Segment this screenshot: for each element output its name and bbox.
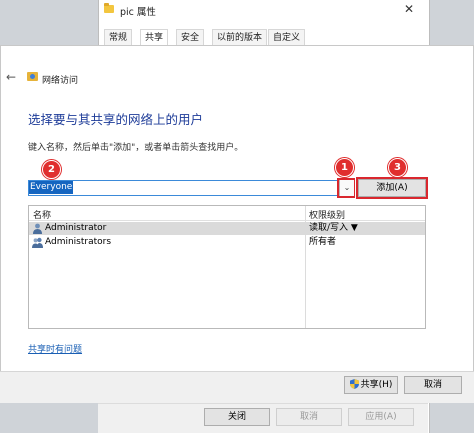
permission-level-dropdown[interactable]: 读取/写入 ▼ xyxy=(309,222,358,235)
close-button[interactable]: 关闭 xyxy=(204,408,270,426)
user-icon xyxy=(33,223,42,234)
sharing-help-link[interactable]: 共享时有问题 xyxy=(28,342,82,355)
wizard-button-bar xyxy=(0,371,474,403)
network-folder-icon xyxy=(27,72,38,81)
combobox-value[interactable]: Everyone xyxy=(29,181,74,194)
cancel-button[interactable]: 取消 xyxy=(404,376,462,394)
dialog-title: 网络访问 xyxy=(42,76,79,86)
apply-button[interactable]: 应用(A) xyxy=(348,408,414,426)
step-badge-1: 1 xyxy=(335,158,354,177)
page-heading: 选择要与其共享的网络上的用户 xyxy=(28,112,204,127)
instruction-text: 键入名称，然后单击"添加"，或者单击箭头查找用户。 xyxy=(28,143,244,153)
add-button[interactable]: 添加(A) xyxy=(358,179,426,197)
user-name: Administrator xyxy=(45,223,107,233)
back-arrow-icon[interactable]: ← xyxy=(6,70,16,84)
chevron-down-icon[interactable]: ⌄ xyxy=(339,180,354,196)
share-button-label: 共享(H) xyxy=(360,380,393,390)
user-name: Administrators xyxy=(45,237,112,247)
close-icon[interactable]: ✕ xyxy=(402,2,416,16)
permission-level: 所有者 xyxy=(309,237,337,247)
group-icon xyxy=(32,237,43,248)
header-divider xyxy=(29,220,425,221)
folder-icon xyxy=(104,3,114,13)
user-name-combobox[interactable] xyxy=(28,180,354,196)
table-row[interactable]: Administrator 读取/写入 ▼ xyxy=(29,222,425,235)
shield-icon xyxy=(349,379,359,389)
step-badge-3: 3 xyxy=(388,158,407,177)
step-badge-2: 2 xyxy=(42,160,61,179)
properties-cancel-button[interactable]: 取消 xyxy=(276,408,342,426)
properties-title: pic 属性 xyxy=(120,7,156,18)
share-button[interactable]: 共享(H) xyxy=(344,376,398,394)
table-row[interactable]: Administrators 所有者 xyxy=(29,236,425,249)
